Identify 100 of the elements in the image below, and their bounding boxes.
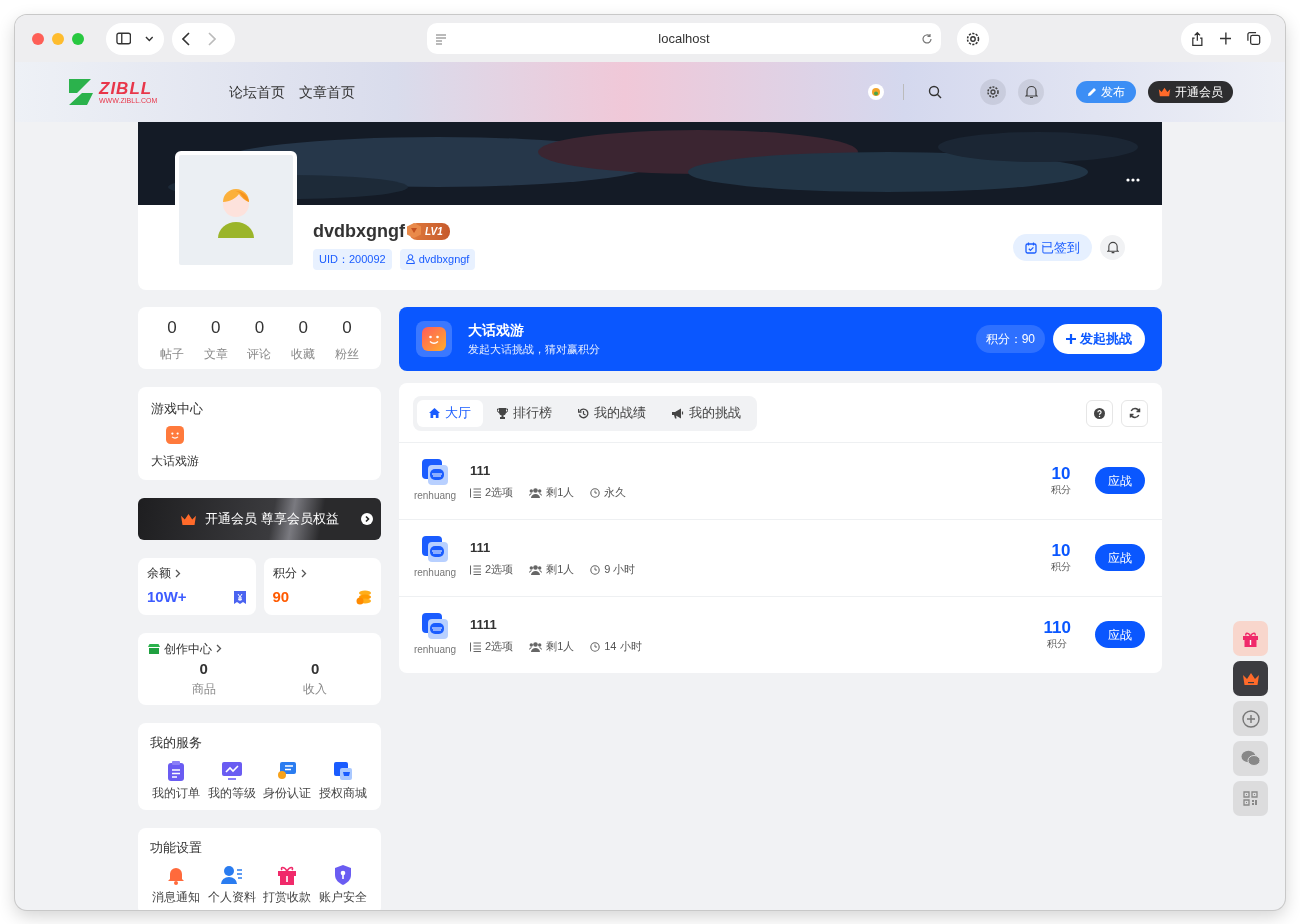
page-icon — [435, 32, 447, 45]
stat-value: 0 — [341, 317, 353, 339]
handle-tag: dvdbxgngf — [399, 249, 476, 270]
id-card-icon — [277, 760, 298, 781]
accept-challenge-button[interactable]: 应战 — [1095, 544, 1145, 572]
smiley-icon — [166, 426, 184, 444]
tab[interactable]: 大厅 — [417, 400, 483, 427]
accept-challenge-button[interactable]: 应战 — [1095, 621, 1145, 649]
vip-button[interactable] — [1233, 661, 1268, 696]
reward-value: 10 — [1051, 541, 1071, 559]
theme-icon[interactable] — [867, 83, 885, 101]
address-bar[interactable]: localhost — [427, 23, 941, 54]
menu-link[interactable]: 授权商城 — [318, 784, 367, 802]
stat-label: 收入 — [303, 681, 328, 698]
meta-text: 剩1人 — [546, 639, 575, 655]
menu-link[interactable]: 我的订单 — [152, 784, 200, 802]
wallet-link[interactable]: 余额 — [147, 564, 247, 582]
meta-text: 永久 — [604, 485, 627, 501]
settings-icon — [965, 30, 981, 47]
stat-label: 评论 — [247, 345, 272, 363]
tab[interactable]: 我的挑战 — [660, 400, 753, 427]
reward-unit: 积分 — [1046, 636, 1069, 651]
stat-label: 文章 — [203, 345, 228, 363]
menu-link[interactable]: 打赏收款 — [263, 889, 312, 907]
reload-icon[interactable] — [921, 32, 933, 45]
menu-link[interactable]: 个人资料 — [207, 889, 256, 907]
create-challenge-button[interactable]: 发起挑战 — [1053, 324, 1145, 354]
nav-link[interactable]: 文章首页 — [299, 81, 355, 103]
meta-text: 2选项 — [485, 562, 514, 578]
settings-button[interactable] — [957, 22, 989, 55]
chevron-right-icon — [175, 568, 181, 578]
tabs-icon[interactable] — [1247, 31, 1261, 46]
clock-icon — [590, 487, 601, 498]
qr-code-button[interactable] — [1233, 781, 1268, 816]
notification-button[interactable] — [1100, 235, 1125, 260]
more-icon[interactable] — [1126, 178, 1140, 182]
logo-icon — [67, 77, 95, 107]
accept-challenge-button[interactable]: 应战 — [1095, 467, 1145, 495]
wechat-button[interactable] — [1233, 741, 1268, 776]
users-icon — [529, 564, 543, 575]
history-icon — [578, 407, 589, 419]
game-subtitle: 发起大话挑战，猜对赢积分 — [468, 342, 600, 358]
menu-link[interactable]: 我的等级 — [207, 784, 256, 802]
add-button[interactable] — [1233, 701, 1268, 736]
challenge-title[interactable]: 111 — [470, 460, 627, 481]
sidebar-button[interactable] — [106, 22, 164, 55]
menu-link[interactable]: 消息通知 — [152, 889, 200, 907]
store-icon — [148, 643, 160, 654]
tab[interactable]: 我的战绩 — [566, 400, 658, 427]
gift-icon — [277, 865, 298, 886]
meta-text: 2选项 — [485, 485, 514, 501]
refresh-button[interactable] — [1121, 399, 1148, 427]
checkin-button[interactable]: 已签到 — [1013, 234, 1092, 261]
megaphone-icon — [672, 407, 684, 419]
author-name: renhuang — [413, 489, 457, 504]
chevron-right-icon — [300, 568, 307, 578]
gift-button[interactable] — [1233, 621, 1268, 656]
search-icon — [928, 85, 942, 99]
challenge-title[interactable]: 1111 — [470, 614, 642, 635]
chevron-right-icon — [216, 644, 222, 653]
chat-bubbles-icon — [1240, 750, 1261, 767]
chevron-down-icon — [145, 35, 154, 42]
users-icon — [529, 487, 543, 498]
menu-link[interactable]: 账户安全 — [318, 889, 367, 907]
help-button[interactable] — [1086, 399, 1113, 427]
help-icon — [1094, 407, 1105, 419]
stat-label: 帖子 — [159, 345, 184, 363]
stat-value: 0 — [310, 658, 321, 679]
settings-button[interactable] — [980, 79, 1006, 105]
vip-button[interactable]: 开通会员 — [1148, 81, 1233, 103]
author-name: renhuang — [413, 566, 457, 581]
gift-icon — [1242, 630, 1259, 647]
menu-link[interactable]: 身份认证 — [263, 784, 312, 802]
wallet-link[interactable]: 积分 — [272, 564, 372, 582]
creator-center-link[interactable]: 创作中心 — [148, 639, 371, 658]
close-icon[interactable] — [32, 32, 44, 45]
crown-icon — [1241, 671, 1260, 686]
bell-icon — [1024, 85, 1038, 99]
app-icon — [421, 458, 449, 487]
share-icon[interactable] — [1191, 30, 1204, 47]
vip-banner[interactable]: 开通会员 尊享会员权益 — [138, 498, 381, 540]
stat-value: 0 — [209, 317, 222, 339]
reward-unit: 积分 — [1051, 482, 1071, 497]
new-tab-icon[interactable] — [1219, 32, 1232, 45]
challenge-title[interactable]: 111 — [470, 537, 636, 558]
home-icon — [429, 408, 440, 419]
gear-icon — [986, 85, 1000, 99]
game-link[interactable]: 大话戏游 — [151, 452, 199, 470]
pencil-icon — [1087, 87, 1097, 97]
stat-value: 0 — [297, 317, 309, 339]
meta-text: 2选项 — [485, 639, 514, 655]
stat-label: 商品 — [191, 681, 216, 698]
nav-link[interactable]: 论坛首页 — [229, 81, 285, 103]
notification-button[interactable] — [1018, 79, 1044, 105]
tab[interactable]: 排行榜 — [485, 400, 564, 427]
app-icon — [421, 612, 449, 641]
meta-text: 剩1人 — [546, 485, 575, 501]
back-icon[interactable] — [182, 31, 190, 46]
user-profile-icon — [220, 865, 243, 886]
bell-icon — [1106, 241, 1119, 254]
